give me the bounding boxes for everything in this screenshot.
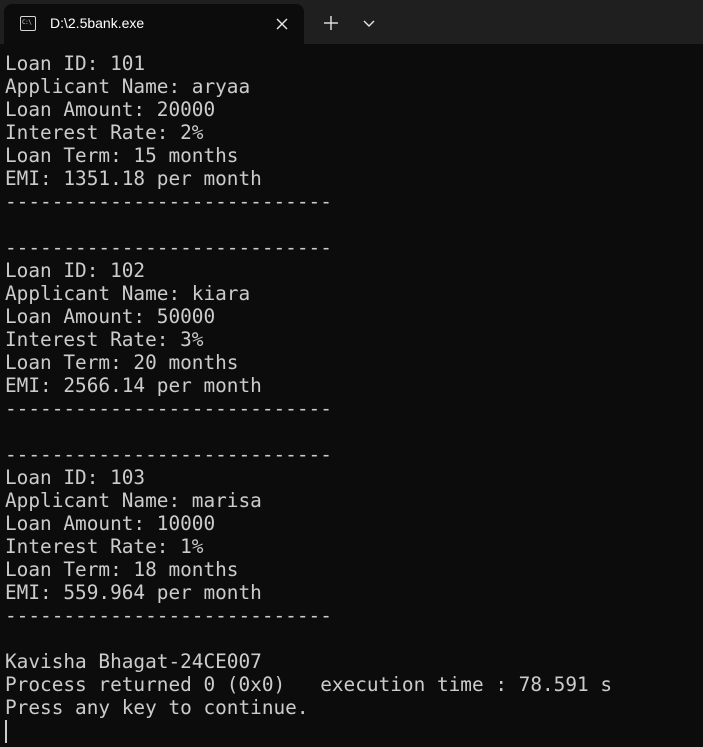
console-line: Process returned 0 (0x0) execution time … xyxy=(5,673,613,696)
console-line: Interest Rate: 3% xyxy=(5,328,204,351)
console-line: Interest Rate: 2% xyxy=(5,121,204,144)
console-line: Applicant Name: kiara xyxy=(5,282,251,305)
console-line: Loan ID: 103 xyxy=(5,466,146,489)
terminal-window: C:\ D:\2.5bank.exe Loan ID: 101 Applicant… xyxy=(0,0,703,747)
console-line: Loan ID: 101 xyxy=(5,52,146,75)
console-line: Interest Rate: 1% xyxy=(5,535,204,558)
console-line: Loan Term: 15 months xyxy=(5,144,239,167)
chevron-down-icon xyxy=(363,20,375,27)
new-tab-button[interactable] xyxy=(318,10,344,36)
console-icon-label: C:\ xyxy=(22,19,32,26)
plus-icon xyxy=(324,16,338,30)
console-line: Applicant Name: aryaa xyxy=(5,75,251,98)
separator-line: ---------------------------- xyxy=(5,236,332,259)
console-line: Kavisha Bhagat-24CE007 xyxy=(5,650,262,673)
separator-line: ---------------------------- xyxy=(5,397,332,420)
separator-line: ---------------------------- xyxy=(5,443,332,466)
console-line: Press any key to continue. xyxy=(5,696,309,719)
tab-dropdown-button[interactable] xyxy=(356,10,382,36)
console-line: EMI: 1351.18 per month xyxy=(5,167,262,190)
tab-title: D:\2.5bank.exe xyxy=(50,15,145,31)
text-cursor xyxy=(5,720,7,743)
console-line: Applicant Name: marisa xyxy=(5,489,262,512)
console-line: EMI: 559.964 per month xyxy=(5,581,262,604)
close-icon[interactable] xyxy=(271,13,293,35)
console-line: Loan Amount: 50000 xyxy=(5,305,216,328)
console-line: EMI: 2566.14 per month xyxy=(5,374,262,397)
console-output[interactable]: Loan ID: 101 Applicant Name: aryaa Loan Am… xyxy=(5,52,695,719)
console-line: Loan Amount: 20000 xyxy=(5,98,216,121)
console-line: Loan Term: 18 months xyxy=(5,558,239,581)
tab-bar: C:\ D:\2.5bank.exe xyxy=(0,0,703,44)
console-line: Loan Amount: 10000 xyxy=(5,512,216,535)
separator-line: ---------------------------- xyxy=(5,190,332,213)
separator-line: ---------------------------- xyxy=(5,604,332,627)
console-line: Loan Term: 20 months xyxy=(5,351,239,374)
tab-active[interactable]: C:\ D:\2.5bank.exe xyxy=(4,4,304,44)
console-line: Loan ID: 102 xyxy=(5,259,146,282)
console-icon: C:\ xyxy=(20,16,36,31)
